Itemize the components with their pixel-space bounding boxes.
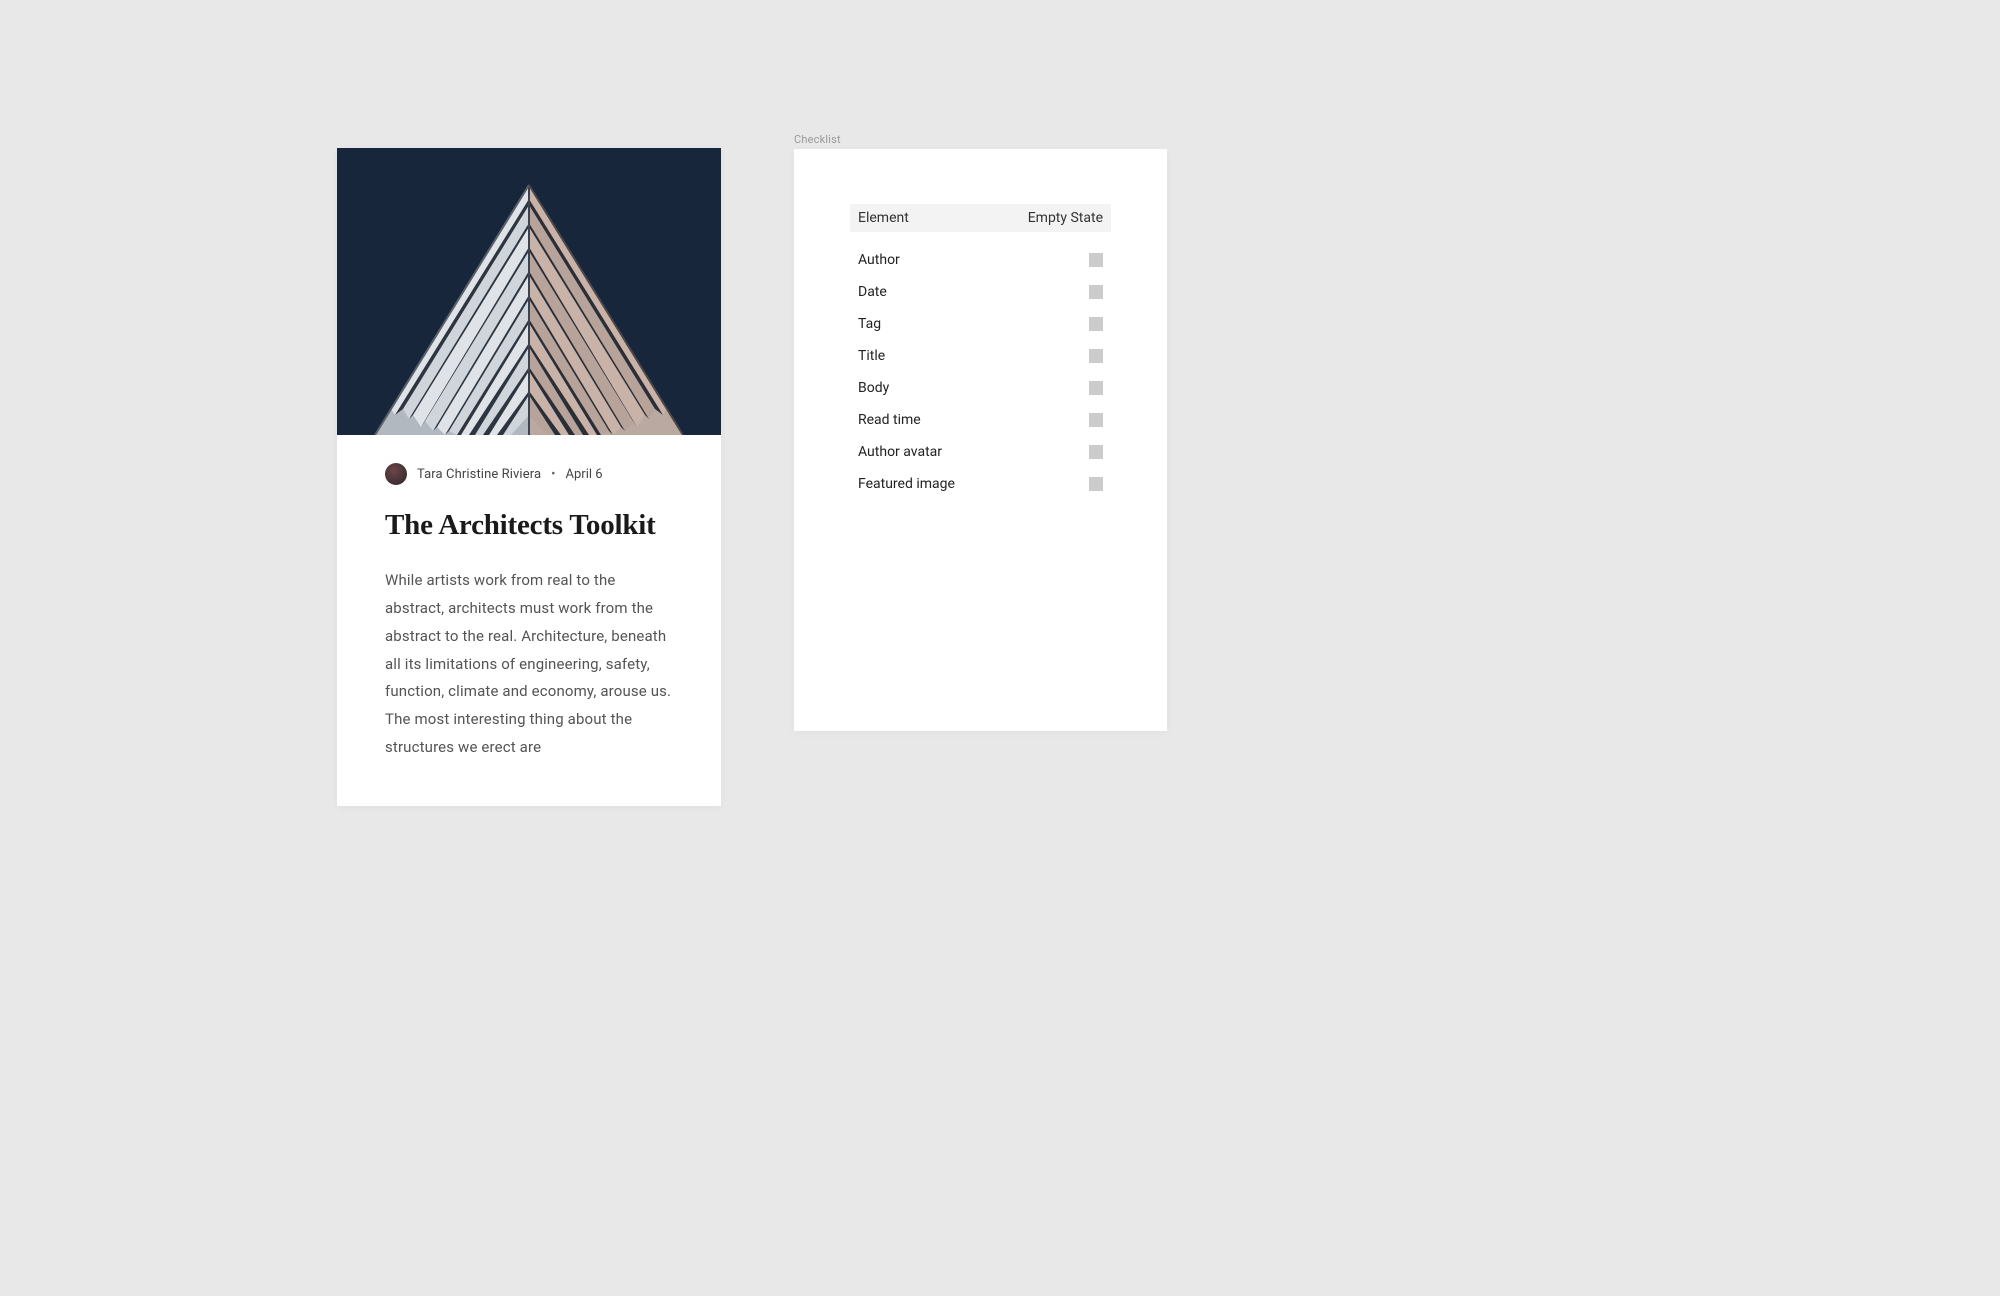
checklist-header-row: Element Empty State <box>850 204 1111 232</box>
checkbox-icon[interactable] <box>1089 349 1103 363</box>
checklist-row: Author <box>850 244 1111 276</box>
checklist-item-label: Body <box>858 380 889 396</box>
article-card[interactable]: Tara Christine Riviera • April 6 The Arc… <box>337 148 721 806</box>
building-illustration <box>337 175 721 435</box>
checklist-row: Featured image <box>850 468 1111 500</box>
checklist-panel: Element Empty State Author Date Tag Titl… <box>794 149 1167 731</box>
checklist-header-element: Element <box>858 210 909 226</box>
checkbox-icon[interactable] <box>1089 253 1103 267</box>
checklist-row: Author avatar <box>850 436 1111 468</box>
checklist-item-label: Date <box>858 284 887 300</box>
article-card-body: Tara Christine Riviera • April 6 The Arc… <box>337 435 721 806</box>
checklist-item-label: Read time <box>858 412 921 428</box>
checkbox-icon[interactable] <box>1089 445 1103 459</box>
checkbox-icon[interactable] <box>1089 285 1103 299</box>
article-meta-row: Tara Christine Riviera • April 6 <box>385 463 673 485</box>
checkbox-icon[interactable] <box>1089 477 1103 491</box>
checklist-row: Body <box>850 372 1111 404</box>
checklist-item-label: Title <box>858 348 885 364</box>
checkbox-icon[interactable] <box>1089 317 1103 331</box>
checklist-row: Date <box>850 276 1111 308</box>
article-body: While artists work from real to the abst… <box>385 567 673 761</box>
article-date: April 6 <box>566 467 603 482</box>
author-avatar[interactable] <box>385 463 407 485</box>
checklist-item-label: Author <box>858 252 900 268</box>
checklist-item-label: Tag <box>858 316 881 332</box>
cursor-icon <box>370 151 386 167</box>
checklist-header-empty-state: Empty State <box>1028 210 1103 226</box>
checklist-row: Title <box>850 340 1111 372</box>
checklist-row: Read time <box>850 404 1111 436</box>
author-name[interactable]: Tara Christine Riviera <box>417 467 541 482</box>
canvas: Tara Christine Riviera • April 6 The Arc… <box>0 0 2000 1296</box>
checkbox-icon[interactable] <box>1089 413 1103 427</box>
checklist-item-label: Author avatar <box>858 444 942 460</box>
checklist-item-label: Featured image <box>858 476 955 492</box>
checklist-row: Tag <box>850 308 1111 340</box>
checklist-panel-label: Checklist <box>794 133 841 146</box>
article-title[interactable]: The Architects Toolkit <box>385 507 673 543</box>
meta-separator: • <box>551 467 555 482</box>
featured-image <box>337 148 721 435</box>
checkbox-icon[interactable] <box>1089 381 1103 395</box>
